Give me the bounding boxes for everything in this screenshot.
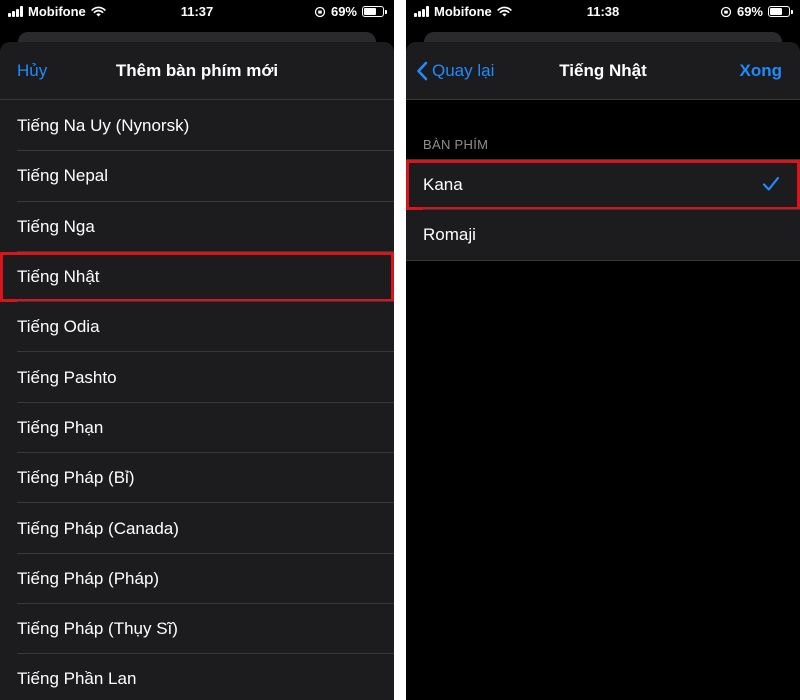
list-item-label: Tiếng Pháp (Canada) (17, 518, 179, 538)
nav-bar: Quay lại Tiếng Nhật Xong (406, 42, 800, 100)
language-list: Tiếng Na Uy (Nynorsk) Tiếng Nepal Tiếng Ng… (0, 101, 394, 700)
battery-icon (362, 6, 387, 17)
list-item[interactable]: Tiếng Nepal (0, 151, 394, 202)
list-item-label: Tiếng Pháp (Bỉ) (17, 468, 135, 488)
list-item-label: Tiếng Phần Lan (17, 669, 137, 689)
done-button[interactable]: Xong (740, 61, 783, 81)
battery-percent: 69% (736, 4, 763, 19)
battery-percent: 69% (330, 4, 357, 19)
list-item[interactable]: Tiếng Pháp (Bỉ) (0, 453, 394, 504)
keyboard-option[interactable]: Romaji (406, 210, 800, 260)
status-bar: Mobifone 11:37 69% (0, 0, 394, 22)
list-item[interactable]: Tiếng Nhật (0, 251, 394, 303)
list-item[interactable]: Tiếng Odia (0, 302, 394, 353)
list-item-label: Tiếng Phạn (17, 417, 104, 437)
orientation-lock-icon (314, 6, 326, 17)
list-item-label: Tiếng Nga (17, 216, 95, 236)
content-area: BÀN PHÍM Kana Romaji (406, 100, 800, 700)
list-item-label: Tiếng Nhật (17, 267, 100, 287)
orientation-lock-icon (720, 6, 732, 17)
keyboard-option-label: Kana (423, 175, 463, 194)
keyboard-option-label: Romaji (423, 225, 476, 244)
list-item[interactable]: Tiếng Pháp (Canada) (0, 503, 394, 554)
battery-level (770, 8, 783, 15)
list-item-label: Tiếng Odia (17, 317, 100, 337)
list-item[interactable]: Tiếng Pashto (0, 352, 394, 403)
list-item[interactable]: Tiếng Nga (0, 202, 394, 252)
list-item[interactable]: Tiếng Na Uy (Nynorsk) (0, 101, 394, 152)
checkmark-icon (762, 176, 780, 191)
list-item-label: Tiếng Na Uy (Nynorsk) (17, 116, 190, 136)
list-item[interactable]: Tiếng Phần Lan (0, 654, 394, 700)
battery-level (364, 8, 377, 15)
list-item[interactable]: Tiếng Phạn (0, 403, 394, 454)
japanese-keyboard-sheet: Quay lại Tiếng Nhật Xong BÀN PHÍM Kana Ro… (406, 42, 800, 700)
status-bar: Mobifone 11:38 69% (406, 0, 800, 22)
list-item-label: Tiếng Pháp (Pháp) (17, 568, 160, 588)
list-item-label: Tiếng Nepal (17, 166, 109, 186)
nav-bar: Hủy Thêm bàn phím mới (0, 42, 394, 100)
right-screen: Mobifone 11:38 69% Quay lại Tiếng Nhật X… (406, 0, 800, 700)
list-item-label: Tiếng Pashto (17, 367, 117, 387)
section-header: BÀN PHÍM (423, 137, 489, 152)
page-title: Thêm bàn phím mới (115, 61, 279, 80)
list-item[interactable]: Tiếng Pháp (Thụy Sĩ) (0, 604, 394, 655)
keyboard-option[interactable]: Kana (406, 160, 800, 210)
list-item[interactable]: Tiếng Pháp (Pháp) (0, 554, 394, 604)
add-keyboard-sheet: Hủy Thêm bàn phím mới Tiếng Na Uy (Nynor… (0, 42, 394, 700)
left-screen: Mobifone 11:37 69% Hủy Thêm bàn phím mới… (0, 0, 394, 700)
list-item-label: Tiếng Pháp (Thụy Sĩ) (17, 619, 178, 639)
keyboard-list: Kana Romaji (406, 159, 800, 261)
battery-icon (768, 6, 793, 17)
